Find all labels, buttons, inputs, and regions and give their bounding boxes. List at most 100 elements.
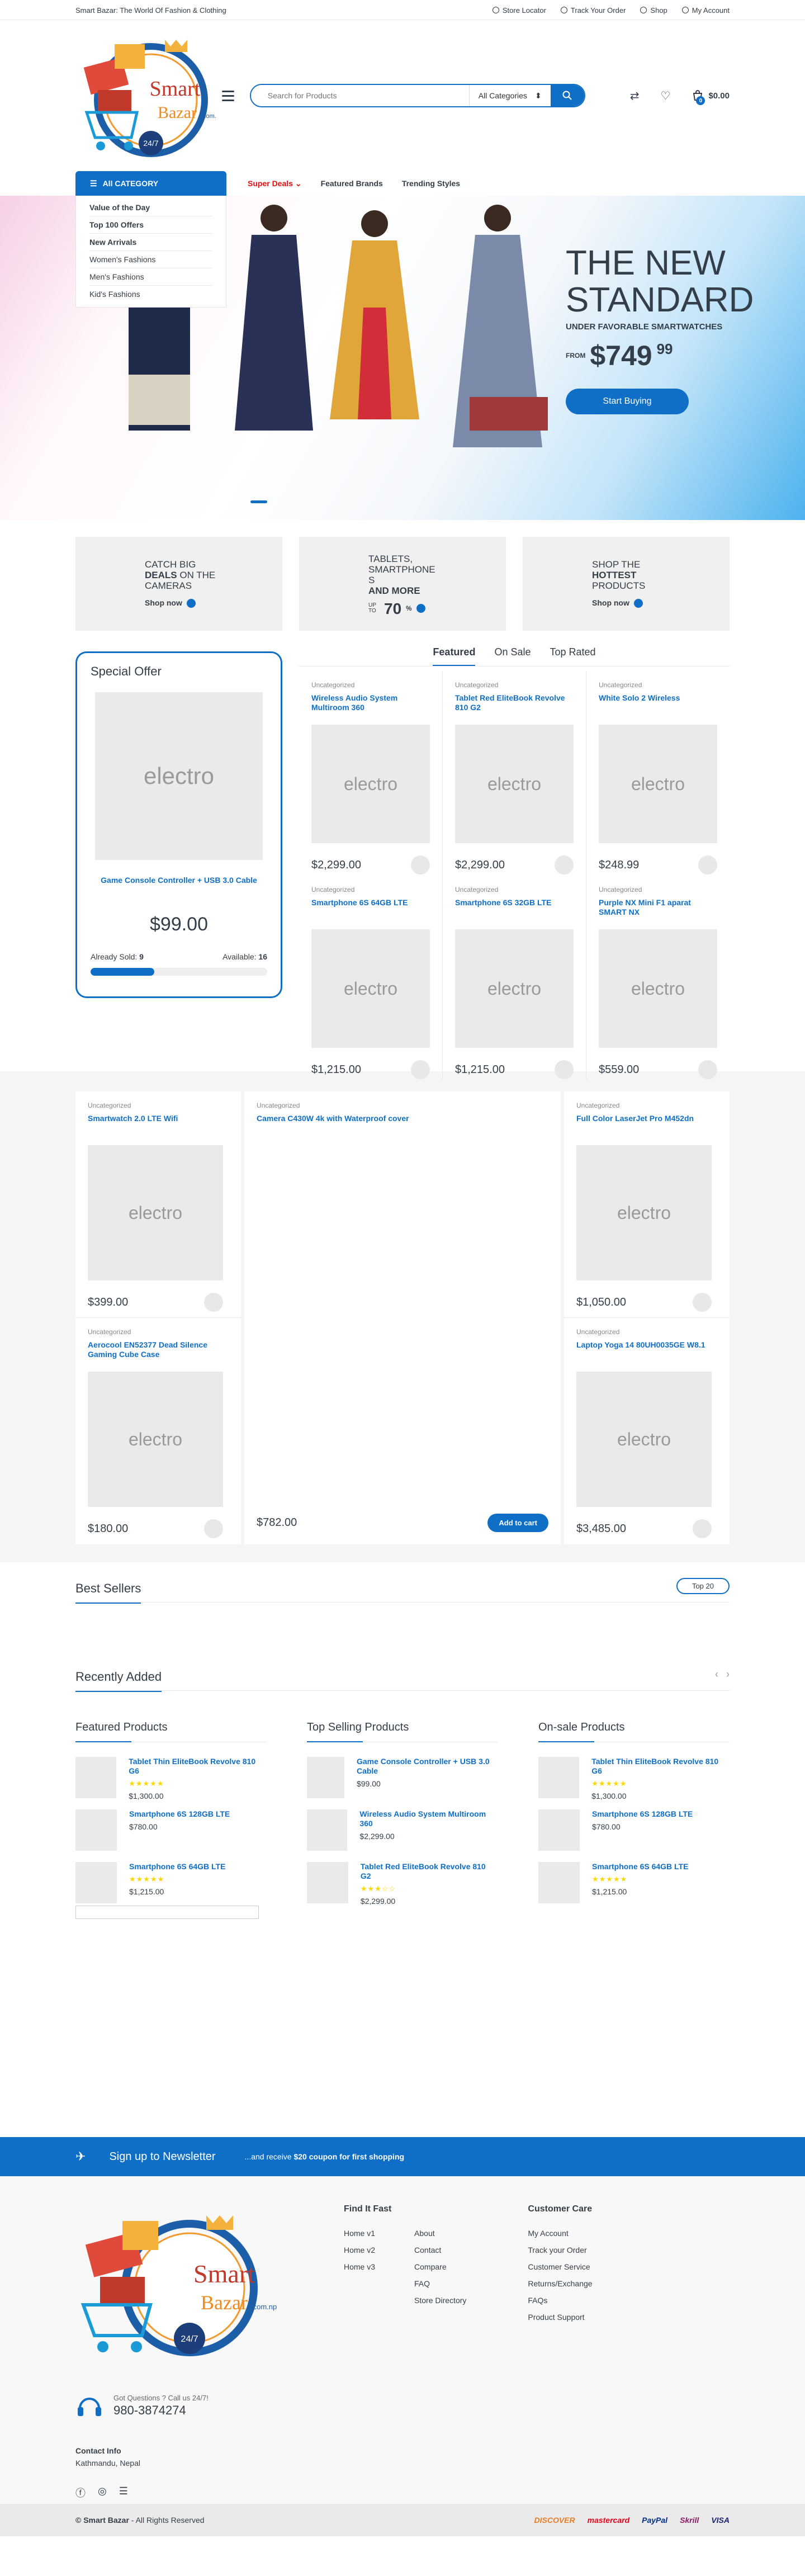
product-name[interactable]: Tablet Red EliteBook Revolve 810 G2 xyxy=(455,693,574,716)
product-image[interactable]: electro xyxy=(311,725,430,843)
footer-link[interactable]: Store Directory xyxy=(414,2296,466,2305)
product-card[interactable]: Uncategorized Purple NX Mini F1 aparat SM… xyxy=(586,876,730,1080)
footer-link[interactable]: Customer Service xyxy=(528,2262,592,2271)
list-item[interactable]: Game Console Controller + USB 3.0 Cable $… xyxy=(307,1757,498,1798)
footer-link[interactable]: Home v2 xyxy=(344,2246,375,2254)
footer-link[interactable]: FAQs xyxy=(528,2296,592,2305)
add-to-cart-icon[interactable] xyxy=(555,1060,574,1079)
list-item[interactable]: Wireless Audio System Multiroom 360 $2,29… xyxy=(307,1809,498,1851)
add-to-cart-icon[interactable] xyxy=(411,855,430,875)
product-name[interactable]: Wireless Audio System Multiroom 360 xyxy=(311,693,430,716)
add-to-cart-icon[interactable] xyxy=(204,1519,223,1538)
shop-now-link[interactable]: Shop now xyxy=(592,598,629,608)
product-name[interactable]: Smartphone 6S 128GB LTE xyxy=(592,1809,693,1819)
product-name[interactable]: White Solo 2 Wireless xyxy=(599,693,717,716)
footer-link[interactable]: Home v3 xyxy=(344,2262,375,2271)
tab-featured[interactable]: Featured xyxy=(433,646,476,666)
footer-logo[interactable]: Smart Bazar .com.np 24/7 xyxy=(72,2204,285,2366)
nav-super-deals[interactable]: Super Deals ⌄ xyxy=(248,179,302,188)
product-name[interactable]: Game Console Controller + USB 3.0 Cable xyxy=(357,1757,498,1776)
product-name[interactable]: Smartphone 6S 64GB LTE xyxy=(311,898,430,920)
category-item[interactable]: Women's Fashions xyxy=(89,251,212,268)
instagram-icon[interactable]: ◎ xyxy=(98,2485,107,2500)
product-thumbnail[interactable] xyxy=(75,1757,117,1798)
list-item[interactable]: Smartphone 6S 128GB LTE $780.00 xyxy=(538,1809,730,1851)
shop-link[interactable]: Shop xyxy=(640,6,667,15)
nav-trending-styles[interactable]: Trending Styles xyxy=(402,179,460,188)
product-name[interactable]: Smartphone 6S 128GB LTE xyxy=(129,1809,230,1819)
category-item[interactable]: Top 100 Offers xyxy=(89,216,212,234)
list-item[interactable]: Smartphone 6S 64GB LTE ★★★★★ $1,215.00 xyxy=(75,1862,267,1903)
product-card[interactable]: Uncategorized Laptop Yoga 14 80UH0035GE W… xyxy=(564,1318,730,1544)
category-item[interactable]: Value of the Day xyxy=(89,199,212,216)
product-name[interactable]: Smartphone 6S 64GB LTE xyxy=(129,1862,225,1871)
footer-link[interactable]: FAQ xyxy=(414,2279,466,2288)
cart-button[interactable]: 0 $0.00 xyxy=(692,89,730,105)
tab-top-rated[interactable]: Top Rated xyxy=(550,646,596,666)
product-image[interactable]: electro xyxy=(455,725,574,843)
banner-tablets[interactable]: TABLETS, SMARTPHONE S AND MORE UP TO 70% xyxy=(299,537,506,631)
footer-link[interactable]: Track your Order xyxy=(528,2246,592,2254)
product-name[interactable]: Tablet Thin EliteBook Revolve 810 G6 xyxy=(129,1757,267,1776)
product-name[interactable]: Purple NX Mini F1 aparat SMART NX xyxy=(599,898,717,920)
grid-featured-product[interactable]: Uncategorized Camera C430W 4k with Water… xyxy=(244,1091,561,1544)
add-to-cart-icon[interactable] xyxy=(204,1293,223,1312)
product-card[interactable]: Uncategorized Smartphone 6S 64GB LTE elect… xyxy=(299,876,443,1080)
shop-now-link[interactable]: Shop now xyxy=(145,598,182,608)
site-logo[interactable]: Smart Bazar .com.np 24/7 xyxy=(75,29,223,163)
footer-link[interactable]: Product Support xyxy=(528,2313,592,2322)
product-thumbnail[interactable] xyxy=(75,1809,117,1851)
all-category-button[interactable]: ☰ All CATEGORY xyxy=(75,171,226,196)
product-image[interactable]: electro xyxy=(311,929,430,1048)
product-thumbnail[interactable] xyxy=(538,1757,580,1798)
start-buying-button[interactable]: Start Buying xyxy=(566,389,689,414)
product-thumbnail[interactable] xyxy=(307,1757,344,1798)
product-card[interactable]: Uncategorized Full Color LaserJet Pro M45… xyxy=(564,1091,730,1318)
product-image[interactable]: electro xyxy=(88,1372,223,1507)
list-item[interactable]: Smartphone 6S 64GB LTE ★★★★★ $1,215.00 xyxy=(538,1862,730,1903)
add-to-cart-icon[interactable] xyxy=(693,1519,712,1538)
product-card[interactable]: Uncategorized Aerocool EN52377 Dead Silen… xyxy=(75,1318,241,1544)
footer-link[interactable]: About xyxy=(414,2229,466,2238)
search-button[interactable] xyxy=(550,85,584,106)
special-offer-card[interactable]: Special Offer electro Game Console Contr… xyxy=(75,651,282,998)
product-card[interactable]: Uncategorized Wireless Audio System Multi… xyxy=(299,671,443,876)
add-to-cart-icon[interactable] xyxy=(693,1293,712,1312)
product-name[interactable]: Laptop Yoga 14 80UH0035GE W8.1 xyxy=(576,1340,717,1363)
product-name[interactable]: Aerocool EN52377 Dead Silence Gaming Cub… xyxy=(88,1340,229,1363)
banner-cameras[interactable]: CATCH BIG DEALS ON THE CAMERAS Shop now xyxy=(75,537,282,631)
product-image[interactable]: electro xyxy=(576,1372,712,1507)
product-thumbnail[interactable] xyxy=(75,1862,117,1903)
category-item[interactable]: Kid's Fashions xyxy=(89,286,212,302)
list-item[interactable]: Tablet Red EliteBook Revolve 810 G2 ★★★☆☆… xyxy=(307,1862,498,1906)
product-name[interactable]: Tablet Thin EliteBook Revolve 810 G6 xyxy=(591,1757,730,1776)
nav-featured-brands[interactable]: Featured Brands xyxy=(321,179,383,188)
slider-dots[interactable] xyxy=(250,500,267,503)
category-item[interactable]: Men's Fashions xyxy=(89,268,212,286)
list-item[interactable]: Tablet Thin EliteBook Revolve 810 G6 ★★★★… xyxy=(75,1757,267,1800)
add-to-cart-icon[interactable] xyxy=(555,855,574,875)
footer-link[interactable]: My Account xyxy=(528,2229,592,2238)
product-image[interactable]: electro xyxy=(455,929,574,1048)
tab-top-20[interactable]: Top 20 xyxy=(676,1578,730,1594)
product-thumbnail[interactable] xyxy=(538,1862,580,1903)
product-name[interactable]: Smartwatch 2.0 LTE Wifi xyxy=(88,1114,229,1136)
product-name[interactable]: Wireless Audio System Multiroom 360 xyxy=(359,1809,498,1828)
product-thumbnail[interactable] xyxy=(538,1809,580,1851)
add-to-cart-icon[interactable] xyxy=(698,1060,717,1079)
category-select[interactable]: All Categories ⬍ xyxy=(468,85,551,106)
product-name[interactable]: Camera C430W 4k with Waterproof cover xyxy=(257,1114,548,1123)
add-to-cart-button[interactable]: Add to cart xyxy=(487,1514,548,1532)
product-image[interactable]: electro xyxy=(599,725,717,843)
footer-link[interactable]: Home v1 xyxy=(344,2229,375,2238)
product-card[interactable]: Uncategorized Tablet Red EliteBook Revolv… xyxy=(443,671,586,876)
product-card[interactable]: Uncategorized Smartphone 6S 32GB LTE elect… xyxy=(443,876,586,1080)
compare-icon[interactable]: ⇄ xyxy=(630,89,640,103)
product-name[interactable]: Full Color LaserJet Pro M452dn xyxy=(576,1114,717,1136)
search-input[interactable] xyxy=(250,85,469,106)
support-phone[interactable]: 980-3874274 xyxy=(113,2403,209,2418)
wishlist-icon[interactable]: ♡ xyxy=(661,89,671,103)
product-image[interactable]: electro xyxy=(599,929,717,1048)
product-card[interactable]: Uncategorized White Solo 2 Wireless electr… xyxy=(586,671,730,876)
category-item[interactable]: New Arrivals xyxy=(89,234,212,251)
